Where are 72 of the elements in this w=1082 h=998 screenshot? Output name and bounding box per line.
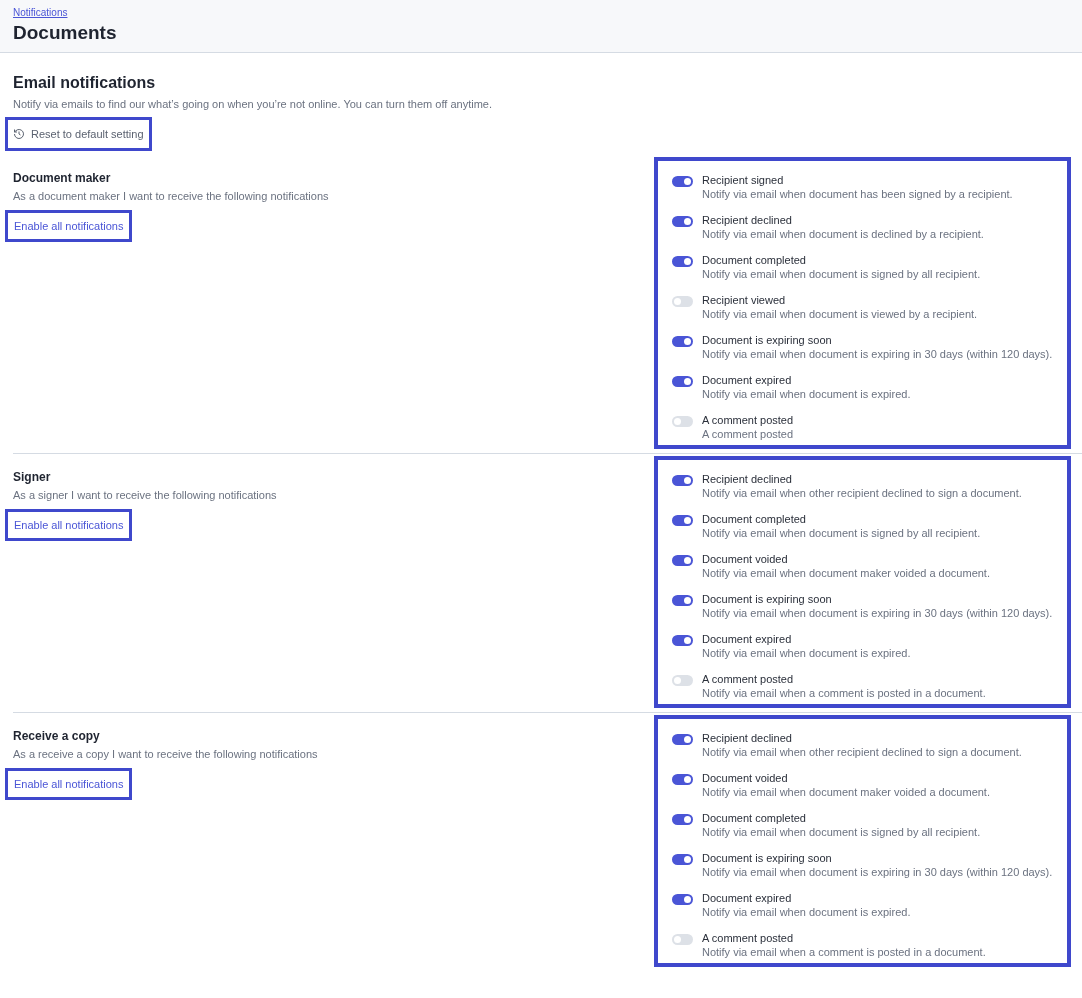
notification-description: Notify via email when document maker voided a document. <box>702 566 990 580</box>
notification-label: Recipient declined <box>702 213 792 227</box>
notification-label: Recipient declined <box>702 731 792 745</box>
notification-description: Notify via email when other recipient declined to sign a document. <box>702 745 1022 759</box>
group-title: Signer <box>13 470 51 484</box>
notification-description: Notify via email when document is expiring in 30 days (within 120 days). <box>702 606 1053 620</box>
toggle-switch[interactable] <box>672 336 693 347</box>
group-subtitle: As a signer I want to receive the following notifications <box>13 488 277 503</box>
notification-label: Document voided <box>702 771 788 785</box>
notification-label: Document expired <box>702 373 792 387</box>
toggle-switch[interactable] <box>672 675 693 686</box>
toggle-switch[interactable] <box>672 894 693 905</box>
notification-description: Notify via email when other recipient declined to sign a document. <box>702 486 1022 500</box>
notification-label: Document voided <box>702 552 788 566</box>
group-subtitle: As a receive a copy I want to receive the following notifications <box>13 747 318 762</box>
section-heading: Email notifications <box>13 73 156 93</box>
notification-description: Notify via email when document is expiring in 30 days (within 120 days). <box>702 865 1053 879</box>
notification-description: Notify via email when document is signed by all recipient. <box>702 526 981 540</box>
toggle-switch[interactable] <box>672 854 693 865</box>
toggle-switch[interactable] <box>672 416 693 427</box>
notification-label: Document completed <box>702 811 806 825</box>
notification-description: Notify via email when document is signed by all recipient. <box>702 267 981 281</box>
notification-label: Recipient declined <box>702 472 792 486</box>
notification-description: Notify via email when document is expired. <box>702 646 911 660</box>
notification-label: Recipient viewed <box>702 293 786 307</box>
notification-description: Notify via email when document maker voided a document. <box>702 785 990 799</box>
notification-label: Document is expiring soon <box>702 592 832 606</box>
toggle-switch[interactable] <box>672 635 693 646</box>
notification-description: Notify via email when document is expired. <box>702 905 911 919</box>
toggle-switch[interactable] <box>672 296 693 307</box>
toggle-switch[interactable] <box>672 376 693 387</box>
toggle-switch[interactable] <box>672 515 693 526</box>
toggle-switch[interactable] <box>672 814 693 825</box>
toggle-switch[interactable] <box>672 934 693 945</box>
notification-label: Document expired <box>702 891 792 905</box>
enable-all-link[interactable]: Enable all notifications <box>5 508 133 541</box>
notification-description: Notify via email when document has been signed by a recipient. <box>702 187 1013 201</box>
notification-description: Notify via email when document is expiring in 30 days (within 120 days). <box>702 347 1053 361</box>
page-title: Documents <box>13 21 117 45</box>
reset-button[interactable]: Reset to default setting <box>5 116 152 151</box>
toggle-switch[interactable] <box>672 475 693 486</box>
enable-all-link[interactable]: Enable all notifications <box>5 209 133 242</box>
notification-description: Notify via email when document is viewed by a recipient. <box>702 307 978 321</box>
toggle-switch[interactable] <box>672 216 693 227</box>
toggle-switch[interactable] <box>672 555 693 566</box>
section-description: Notify via emails to find our what’s going on when you’re not online. You can turn them off anytime. <box>13 97 492 112</box>
notification-description: Notify via email when a comment is posted in a document. <box>702 945 986 959</box>
notification-label: A comment posted <box>702 931 794 945</box>
notification-description: Notify via email when document is expired. <box>702 387 911 401</box>
toggle-switch[interactable] <box>672 734 693 745</box>
toggle-switch[interactable] <box>672 256 693 267</box>
notification-label: Document expired <box>702 632 792 646</box>
toggle-switch[interactable] <box>672 774 693 785</box>
group-subtitle: As a document maker I want to receive the following notifications <box>13 189 329 204</box>
notification-label: Document completed <box>702 512 806 526</box>
notification-description: Notify via email when document is declined by a recipient. <box>702 227 984 241</box>
notification-description: Notify via email when document is signed by all recipient. <box>702 825 981 839</box>
notification-label: Document is expiring soon <box>702 333 832 347</box>
notification-label: A comment posted <box>702 672 794 686</box>
notification-label: Document is expiring soon <box>702 851 832 865</box>
toggle-switch[interactable] <box>672 595 693 606</box>
history-icon <box>13 127 25 140</box>
notification-label: Document completed <box>702 253 806 267</box>
breadcrumb-link[interactable]: Notifications <box>13 7 68 19</box>
notification-label: A comment posted <box>702 413 794 427</box>
notification-label: Recipient signed <box>702 173 784 187</box>
enable-all-link[interactable]: Enable all notifications <box>5 767 133 800</box>
group-title: Document maker <box>13 171 111 185</box>
notification-description: Notify via email when a comment is posted in a document. <box>702 686 986 700</box>
toggle-switch[interactable] <box>672 176 693 187</box>
notification-description: A comment posted <box>702 427 794 441</box>
group-title: Receive a copy <box>13 729 100 743</box>
